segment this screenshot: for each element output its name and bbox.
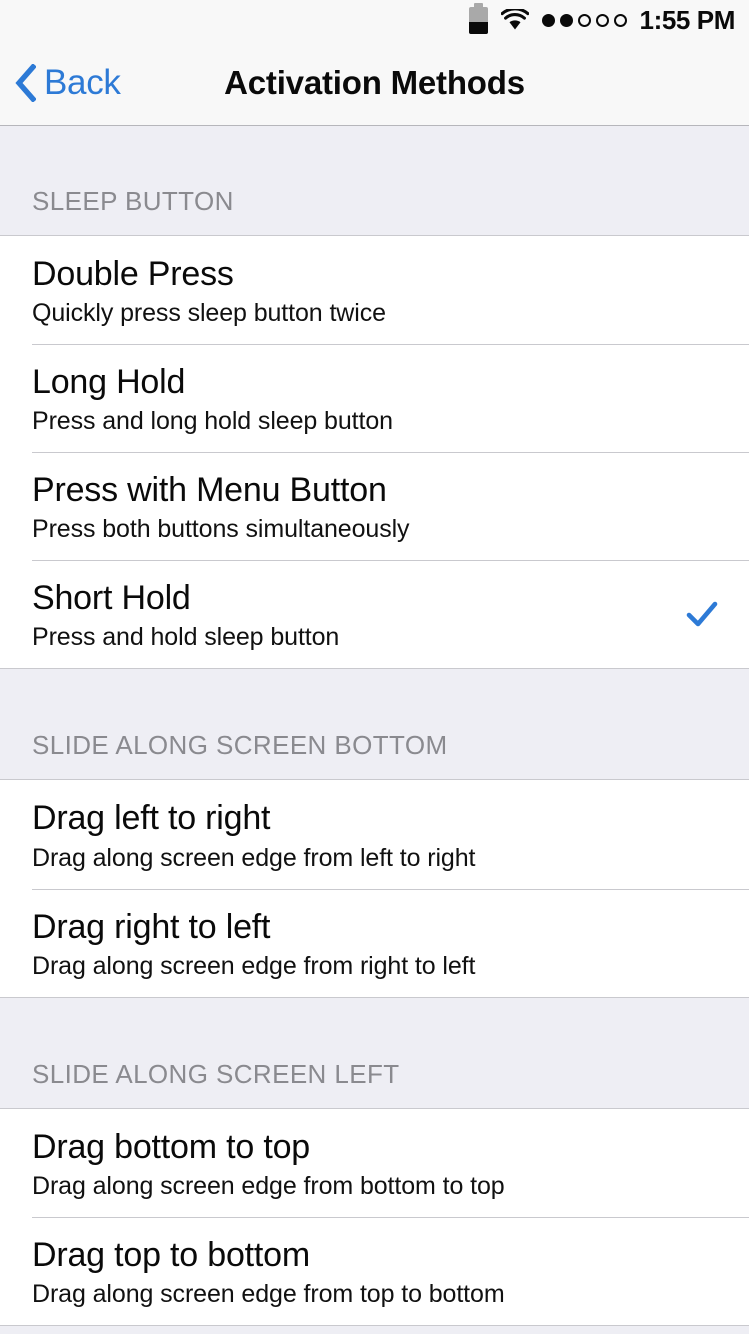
signal-dot-1 <box>541 13 555 27</box>
activation-methods-list: SLEEP BUTTON Double Press Quickly press … <box>0 126 749 1334</box>
signal-dots-icon <box>541 13 627 27</box>
list-item-title: Drag left to right <box>32 799 271 838</box>
settings-screen: 1:55 PM Back Activation Methods SLEEP BU… <box>0 0 749 1334</box>
list-item-subtitle: Drag along screen edge from right to lef… <box>32 951 476 980</box>
list-item-subtitle: Press and hold sleep button <box>32 623 340 652</box>
navigation-bar: Back Activation Methods <box>0 40 749 126</box>
status-bar-right-group: 1:55 PM <box>468 2 736 35</box>
list-item-title: Double Press <box>32 255 234 293</box>
section-rows-slide-along-screen-bottom: Drag left to right Drag along screen edg… <box>0 780 749 997</box>
status-bar: 1:55 PM <box>0 0 749 40</box>
list-item-title: Drag right to left <box>32 907 271 946</box>
list-item[interactable]: Drag top to bottom Drag along screen edg… <box>0 1216 749 1325</box>
battery-level-fill <box>468 22 488 34</box>
section-rows-slide-along-screen-left: Drag bottom to top Drag along screen edg… <box>0 1108 749 1325</box>
list-item-subtitle: Press both buttons simultaneously <box>32 515 410 544</box>
status-bar-clock: 1:55 PM <box>639 5 736 35</box>
list-item-subtitle: Drag along screen edge from bottom to to… <box>32 1171 505 1200</box>
list-item-subtitle: Drag along screen edge from left to righ… <box>32 843 476 872</box>
list-item[interactable]: Double Press Quickly press sleep button … <box>0 236 749 345</box>
list-item-subtitle: Press and long hold sleep button <box>32 407 393 436</box>
section-footer-spacer <box>0 1324 749 1334</box>
list-item[interactable]: Press with Menu Button Press both button… <box>0 452 749 561</box>
list-item[interactable]: Drag right to left Drag along screen edg… <box>0 888 749 997</box>
list-item[interactable]: Drag left to right Drag along screen edg… <box>0 780 749 889</box>
list-item-title: Long Hold <box>32 363 186 402</box>
battery-icon <box>468 2 488 34</box>
back-button-label: Back <box>44 62 121 102</box>
list-item[interactable]: Drag bottom to top Drag along screen edg… <box>0 1108 749 1217</box>
section-header-sleep-button: SLEEP BUTTON <box>0 126 749 236</box>
checkmark-icon <box>686 602 718 627</box>
list-item-title: Drag top to bottom <box>32 1235 310 1274</box>
signal-dot-2 <box>559 13 573 27</box>
section-rows-sleep-button: Double Press Quickly press sleep button … <box>0 236 749 669</box>
back-button[interactable]: Back <box>0 63 121 103</box>
list-item-title: Short Hold <box>32 579 191 618</box>
signal-dot-4 <box>595 13 609 27</box>
list-item-subtitle: Drag along screen edge from top to botto… <box>32 1279 505 1308</box>
signal-dot-5 <box>613 13 627 27</box>
list-item-title: Drag bottom to top <box>32 1127 310 1166</box>
list-item-title: Press with Menu Button <box>32 471 387 510</box>
section-header-slide-along-screen-left: SLIDE ALONG SCREEN LEFT <box>0 996 749 1109</box>
list-item-subtitle: Quickly press sleep button twice <box>32 299 386 328</box>
wifi-icon <box>500 9 529 30</box>
list-item-selected[interactable]: Short Hold Press and hold sleep button <box>0 560 749 669</box>
section-header-slide-along-screen-bottom: SLIDE ALONG SCREEN BOTTOM <box>0 668 749 781</box>
chevron-left-icon <box>15 63 36 102</box>
signal-dot-3 <box>577 13 591 27</box>
list-item[interactable]: Long Hold Press and long hold sleep butt… <box>0 344 749 453</box>
